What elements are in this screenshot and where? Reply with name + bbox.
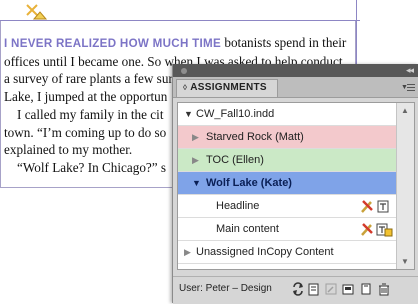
tree-item-content[interactable]: Main content <box>178 218 398 241</box>
expand-triangle-icon[interactable]: ▼ <box>192 172 201 194</box>
collapsed-triangle-icon[interactable]: ▶ <box>192 149 199 171</box>
panel-menu-icon[interactable]: ▼ <box>401 82 415 94</box>
assign-icon[interactable] <box>341 282 355 296</box>
delete-icon[interactable] <box>377 282 391 296</box>
tree-item-document[interactable]: ▼ CW_Fall10.indd <box>178 103 398 126</box>
tree-item-assignment[interactable]: ▶ Starved Rock (Matt) <box>178 126 398 149</box>
new-assignment-icon[interactable] <box>324 282 338 296</box>
panel-tab-bar: ◊ ASSIGNMENTS ▼ <box>173 77 418 98</box>
close-panel-icon[interactable] <box>181 68 187 74</box>
tree-item-unassigned[interactable]: ▶ Unassigned InCopy Content <box>178 241 398 264</box>
scroll-up-icon[interactable]: ▲ <box>401 106 409 115</box>
scroll-down-icon[interactable]: ▼ <box>401 257 409 266</box>
panel-footer: User: Peter – Design <box>173 276 418 304</box>
lead-in: I NEVER REALIZED HOW MUCH TIME <box>4 37 222 50</box>
text-frame-warning-icon <box>376 223 393 237</box>
text-frame-icon <box>377 200 389 213</box>
tab-assignments[interactable]: ◊ ASSIGNMENTS <box>176 79 278 97</box>
relink-icon[interactable] <box>306 282 320 296</box>
collapsed-triangle-icon[interactable]: ▶ <box>192 126 199 148</box>
update-content-icon[interactable] <box>291 282 305 296</box>
tab-diamond-icon: ◊ <box>183 83 188 92</box>
collapsed-triangle-icon[interactable]: ▶ <box>184 241 191 263</box>
content-status-icons <box>360 198 394 214</box>
pencil-icon <box>361 223 373 236</box>
assignment-tree: ▼ CW_Fall10.indd ▶ Starved Rock (Matt) ▶… <box>177 102 415 270</box>
assignments-panel: ◂◂ ◊ ASSIGNMENTS ▼ ▼ CW_Fall10.indd ▶ Sta… <box>172 64 418 304</box>
content-status-icons <box>360 221 394 237</box>
collapse-icon[interactable]: ◂◂ <box>406 65 414 76</box>
new-item-icon[interactable] <box>359 282 373 296</box>
expand-triangle-icon[interactable]: ▼ <box>184 103 193 125</box>
tree-item-content[interactable]: Headline <box>178 195 398 218</box>
tree-item-assignment[interactable]: ▶ TOC (Ellen) <box>178 149 398 172</box>
pencil-icon <box>361 200 373 213</box>
x-mark-icon <box>26 4 48 20</box>
tree-item-assignment-selected[interactable]: ▼ Wolf Lake (Kate) <box>178 172 398 195</box>
text-line-1: I NEVER REALIZED HOW MUCH TIME botanists… <box>4 35 347 50</box>
user-label: User: Peter – Design <box>179 283 272 294</box>
panel-title-strip[interactable]: ◂◂ <box>173 64 418 77</box>
margin-guide <box>0 20 360 21</box>
vertical-scrollbar[interactable]: ▲ ▼ <box>396 103 414 269</box>
